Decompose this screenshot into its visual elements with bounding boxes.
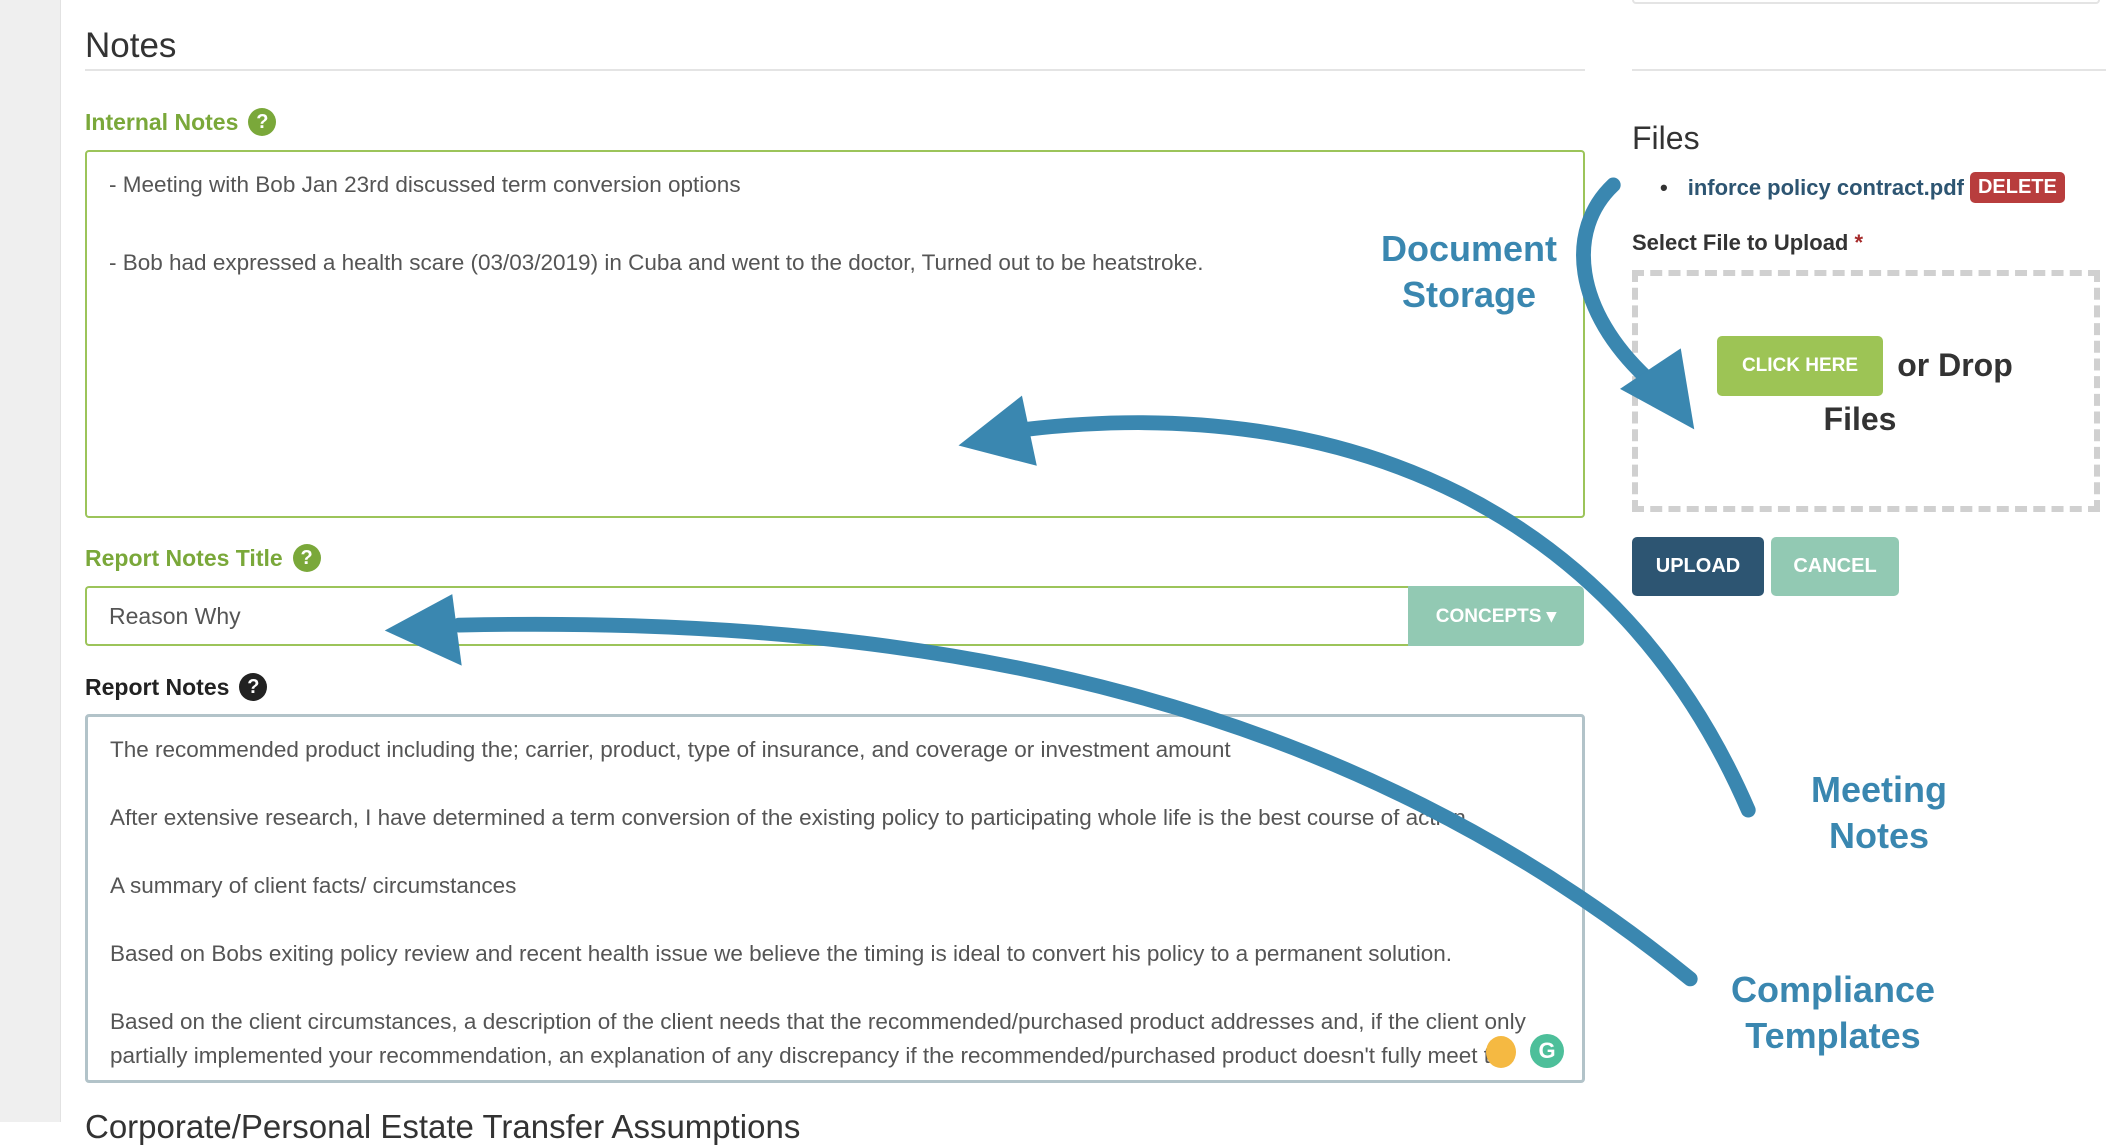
- drop-files-text: or Drop Files: [1823, 347, 2013, 437]
- bullet: •: [1660, 174, 1668, 200]
- delete-button[interactable]: DELETE: [1969, 172, 2065, 203]
- section-heading: Corporate/Personal Estate Transfer Assum…: [85, 1108, 801, 1145]
- annotation-meeting-notes: Meeting Notes: [1810, 769, 1947, 856]
- required-asterisk: *: [1854, 230, 1864, 255]
- file-link[interactable]: inforce policy contract.pdf: [1688, 175, 1964, 201]
- divider: [85, 69, 1585, 71]
- report-notes-textarea[interactable]: The recommended product including the; c…: [85, 714, 1585, 1083]
- note-line: Based on Bobs exiting policy review and …: [110, 941, 1453, 966]
- note-line: After extensive research, I have determi…: [110, 805, 1472, 830]
- concepts-dropdown-button[interactable]: CONCEPTS ▾: [1408, 586, 1584, 646]
- report-notes-title-label: Report Notes Title?: [85, 544, 321, 572]
- help-icon[interactable]: ?: [248, 108, 277, 136]
- file-list-item: • inforce policy contract.pdf DELETE: [1660, 172, 2065, 203]
- annotation-document-storage: Document Storage: [1380, 228, 1557, 315]
- notes-title: Notes: [85, 26, 177, 65]
- label-text: Select File to Upload: [1632, 230, 1849, 255]
- note-line: - Meeting with Bob Jan 23rd discussed te…: [109, 172, 741, 197]
- left-sidebar-strip: [0, 0, 61, 1122]
- select-file-label: Select File to Upload *: [1632, 230, 1863, 256]
- cancel-button[interactable]: CANCEL: [1771, 537, 1899, 596]
- label-text: Internal Notes: [85, 108, 239, 135]
- files-title: Files: [1632, 120, 1700, 156]
- help-icon[interactable]: ?: [239, 673, 268, 701]
- label-text: Report Notes Title: [85, 544, 283, 571]
- upload-button[interactable]: UPLOAD: [1632, 537, 1764, 596]
- note-line: A summary of client facts/ circumstances: [110, 873, 517, 898]
- divider: [1632, 69, 2106, 71]
- internal-notes-textarea[interactable]: - Meeting with Bob Jan 23rd discussed te…: [85, 150, 1585, 518]
- report-notes-title-input[interactable]: Reason Why: [85, 586, 1409, 646]
- emoji-nerd-icon: [1486, 1036, 1516, 1068]
- label-text: Report Notes: [85, 673, 230, 700]
- grammarly-icon[interactable]: G: [1530, 1034, 1564, 1068]
- annotation-compliance-templates: Compliance Templates: [1730, 969, 1936, 1056]
- help-icon[interactable]: ?: [292, 544, 321, 572]
- internal-notes-label: Internal Notes?: [85, 108, 277, 136]
- note-line: Based on the client circumstances, a des…: [110, 1009, 1526, 1080]
- note-line: The recommended product including the; c…: [110, 737, 1231, 762]
- report-notes-label: Report Notes?: [85, 673, 268, 701]
- top-box: [1632, 0, 2100, 4]
